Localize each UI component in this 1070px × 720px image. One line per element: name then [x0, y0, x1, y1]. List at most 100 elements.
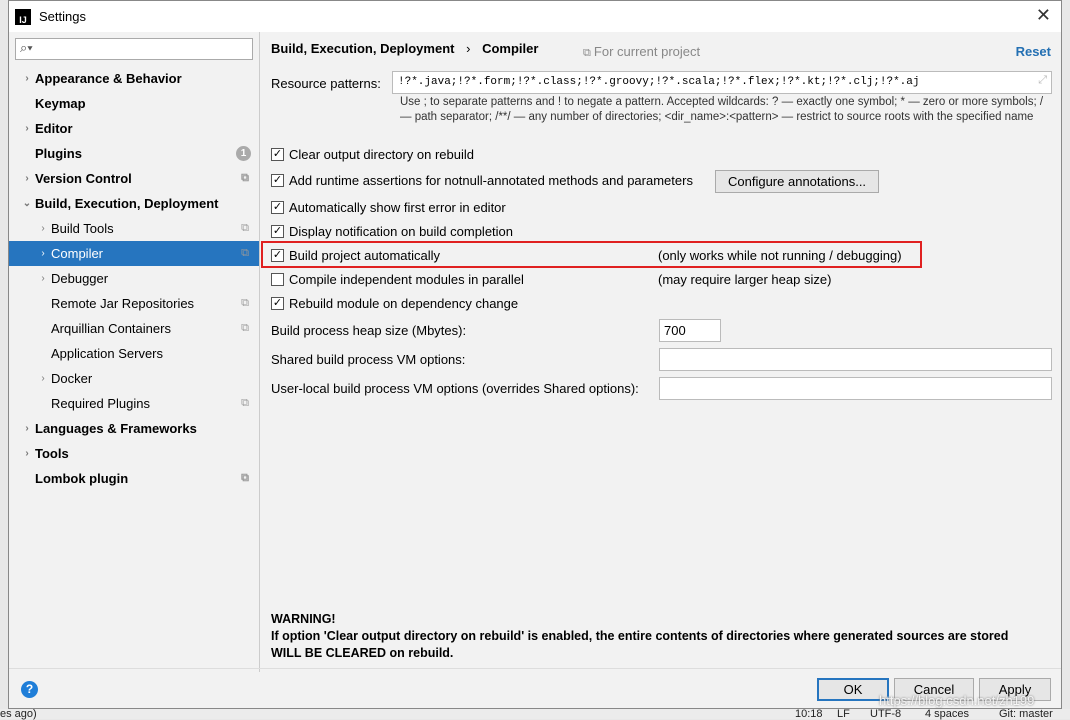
checkbox-option[interactable]: ✓ Automatically show first error in edito… — [271, 200, 506, 215]
checkbox-note: (may require larger heap size) — [658, 272, 832, 287]
warning-line-2: WILL BE CLEARED on rebuild. — [271, 646, 454, 660]
checkbox-option[interactable]: ✓ Display notification on build completio… — [271, 224, 513, 239]
chevron-right-icon[interactable]: › — [19, 173, 35, 184]
compiler-panel: Build, Execution, Deployment › Compiler … — [261, 32, 1061, 672]
chevron-right-icon[interactable]: › — [19, 448, 35, 459]
copy-icon: ⧉ — [583, 47, 594, 59]
ide-status-bar: es ago) 10:18 LF UTF-8 4 spaces Git: mas… — [0, 708, 1070, 720]
warning-line-1: If option 'Clear output directory on reb… — [271, 629, 1009, 643]
sidebar-item[interactable]: › Appearance & Behavior — [9, 66, 259, 91]
settings-dialog: IJ Settings ✕ ⌕▾ › Appearance & Behavior K… — [8, 0, 1062, 709]
reset-link[interactable]: Reset — [1016, 44, 1051, 59]
status-line-separator[interactable]: LF — [837, 709, 850, 720]
breadcrumb-current: Compiler — [482, 41, 539, 56]
dialog-footer: ? OK Cancel Apply https://blog.csdn.net/… — [9, 668, 1061, 709]
sidebar-item[interactable]: Lombok plugin ⧉ — [9, 466, 259, 491]
chevron-right-icon[interactable]: › — [19, 123, 35, 134]
resource-patterns-help: Use ; to separate patterns and ! to nega… — [400, 96, 1044, 123]
checkbox-option[interactable]: Compile independent modules in parallel — [271, 272, 524, 287]
help-icon[interactable]: ? — [21, 681, 38, 698]
settings-tree: › Appearance & Behavior Keymap › Editor Plugi… — [9, 66, 259, 491]
sidebar-item-label: Build, Execution, Deployment — [35, 196, 219, 211]
sidebar-item[interactable]: › Editor — [9, 116, 259, 141]
chevron-right-icon[interactable]: › — [35, 223, 51, 234]
search-input[interactable]: ⌕▾ — [15, 38, 253, 60]
chevron-down-icon[interactable]: ⌄ — [19, 198, 35, 209]
status-left-text: es ago) — [0, 708, 37, 720]
highlight-annotation-box — [261, 241, 922, 268]
warning-title: WARNING! — [271, 612, 336, 626]
checkbox-checked-icon[interactable]: ✓ — [271, 201, 284, 214]
sidebar-item-label: Debugger — [51, 271, 109, 286]
checkbox-option[interactable]: ✓ Rebuild module on dependency change — [271, 296, 518, 311]
user-vm-options-input[interactable] — [659, 377, 1052, 400]
sidebar: ⌕▾ › Appearance & Behavior Keymap › Editor Pl… — [9, 32, 260, 672]
chevron-right-icon[interactable]: › — [35, 373, 51, 384]
status-indent[interactable]: 4 spaces — [925, 709, 969, 720]
chevron-right-icon[interactable]: › — [35, 248, 51, 259]
checkbox-label: Display notification on build completion — [289, 224, 514, 239]
sidebar-item[interactable]: › Debugger — [9, 266, 259, 291]
checkbox-checked-icon[interactable]: ✓ — [271, 148, 284, 161]
update-badge: 1 — [236, 146, 251, 161]
sidebar-item[interactable]: Application Servers — [9, 341, 259, 366]
status-git-branch[interactable]: Git: master — [999, 709, 1053, 720]
sidebar-item[interactable]: Remote Jar Repositories ⧉ — [9, 291, 259, 316]
close-icon[interactable]: ✕ — [1036, 5, 1051, 26]
search-icon: ⌕▾ — [20, 40, 33, 55]
sidebar-item[interactable]: › Compiler ⧉ — [9, 241, 259, 266]
sidebar-item-label: Version Control — [35, 171, 132, 186]
checkbox-checked-icon[interactable]: ✓ — [271, 174, 284, 187]
shared-vm-options-label: Shared build process VM options: — [271, 352, 466, 367]
sidebar-item-label: Remote Jar Repositories — [51, 296, 195, 311]
window-title: Settings — [39, 9, 86, 24]
chevron-right-icon[interactable]: › — [19, 423, 35, 434]
sidebar-item-label: Editor — [35, 121, 73, 136]
sidebar-item-label: Languages & Frameworks — [35, 421, 197, 436]
project-scope-icon: ⧉ — [241, 222, 249, 234]
project-scope-icon: ⧉ — [241, 472, 249, 484]
for-current-project: ⧉ For current project — [583, 44, 700, 60]
sidebar-item[interactable]: › Languages & Frameworks — [9, 416, 259, 441]
checkbox-option[interactable]: ✓ Clear output directory on rebuild — [271, 147, 474, 162]
checkbox-checked-icon[interactable]: ✓ — [271, 297, 284, 310]
checkbox-label: Add runtime assertions for notnull-annot… — [289, 173, 693, 188]
sidebar-item-label: Keymap — [35, 96, 86, 111]
sidebar-item[interactable]: Required Plugins ⧉ — [9, 391, 259, 416]
status-encoding[interactable]: UTF-8 — [870, 709, 901, 720]
checkbox-unchecked-icon[interactable] — [271, 273, 284, 286]
intellij-logo-icon: IJ — [15, 8, 31, 25]
checkbox-label: Rebuild module on dependency change — [289, 296, 519, 311]
sidebar-item-label: Compiler — [51, 246, 104, 261]
sidebar-item[interactable]: › Tools — [9, 441, 259, 466]
sidebar-item[interactable]: Plugins 1 — [9, 141, 259, 166]
resource-patterns-input[interactable]: !?*.java;!?*.form;!?*.class;!?*.groovy;!… — [392, 71, 1052, 94]
checkbox-label: Compile independent modules in parallel — [289, 272, 524, 287]
status-caret-position[interactable]: 10:18 — [795, 709, 823, 720]
for-current-project-label: For current project — [593, 44, 701, 59]
sidebar-item-label: Docker — [51, 371, 93, 386]
sidebar-item[interactable]: › Build Tools ⧉ — [9, 216, 259, 241]
breadcrumb-separator: › — [466, 41, 471, 56]
sidebar-item[interactable]: Arquillian Containers ⧉ — [9, 316, 259, 341]
sidebar-item-label: Tools — [35, 446, 69, 461]
sidebar-item[interactable]: › Docker — [9, 366, 259, 391]
sidebar-item[interactable]: › Version Control ⧉ — [9, 166, 259, 191]
sidebar-item-label: Appearance & Behavior — [35, 71, 182, 86]
checkbox-checked-icon[interactable]: ✓ — [271, 225, 284, 238]
expand-icon[interactable]: ⤢ — [1038, 75, 1047, 87]
sidebar-item-label: Build Tools — [51, 221, 114, 236]
sidebar-item[interactable]: ⌄ Build, Execution, Deployment — [9, 191, 259, 216]
breadcrumb: Build, Execution, Deployment › Compiler — [271, 41, 538, 56]
shared-vm-options-input[interactable] — [659, 348, 1052, 371]
heap-size-input[interactable]: 700 — [659, 319, 721, 342]
configure-annotations-button[interactable]: Configure annotations... — [715, 170, 880, 193]
project-scope-icon: ⧉ — [241, 297, 249, 309]
checkbox-label: Automatically show first error in editor — [289, 200, 506, 215]
heap-size-value: 700 — [664, 323, 686, 338]
warning-text: WARNING! If option 'Clear output directo… — [271, 611, 1008, 662]
chevron-right-icon[interactable]: › — [35, 273, 51, 284]
checkbox-option[interactable]: ✓ Add runtime assertions for notnull-anno… — [271, 173, 693, 188]
sidebar-item[interactable]: Keymap — [9, 91, 259, 116]
chevron-right-icon[interactable]: › — [19, 73, 35, 84]
